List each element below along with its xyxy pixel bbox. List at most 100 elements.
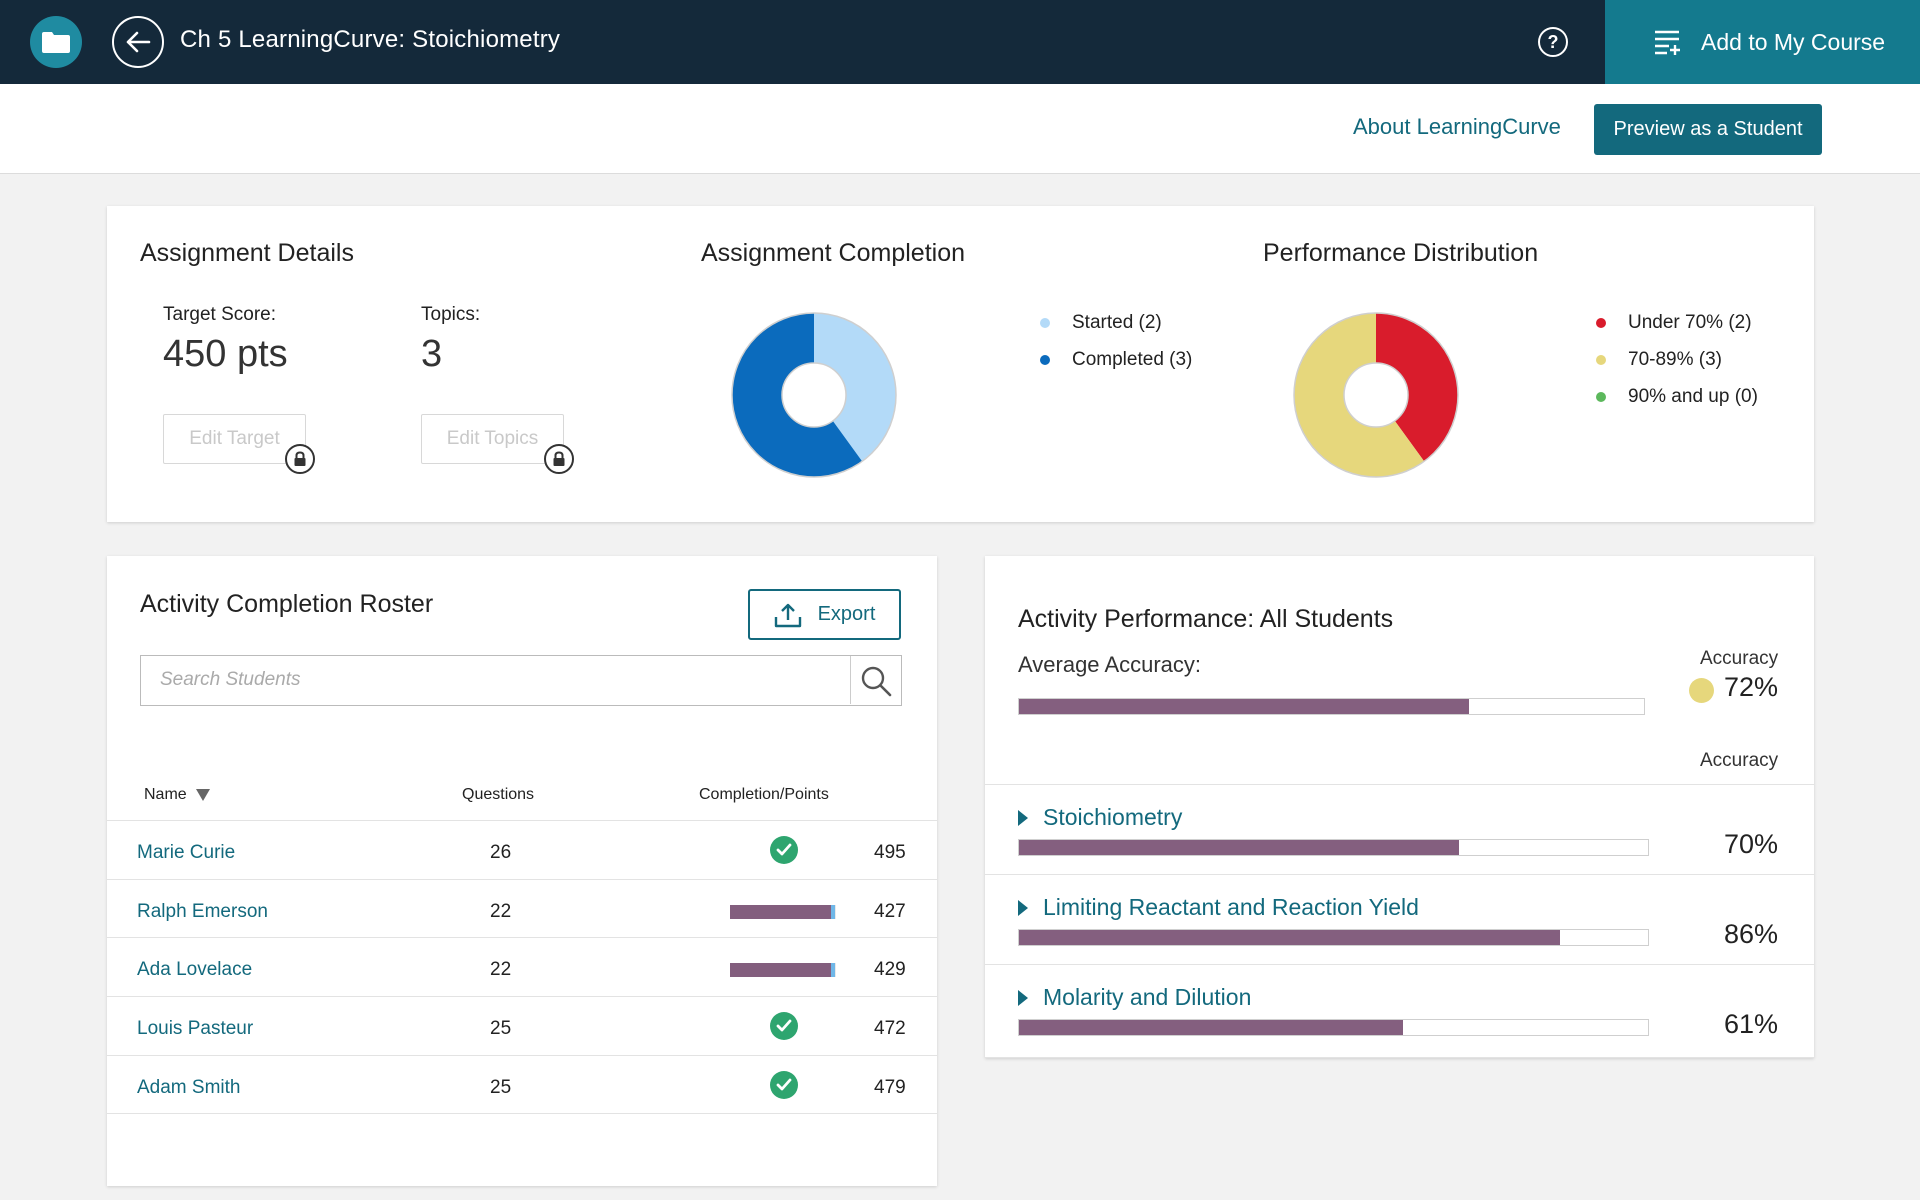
legend-completed: Completed (3) (1040, 349, 1192, 371)
edit-topics-button[interactable]: Edit Topics (421, 414, 564, 464)
search-divider (850, 656, 851, 704)
student-name-link[interactable]: Ralph Emerson (137, 901, 268, 923)
upload-icon (774, 603, 801, 627)
about-learningcurve-link[interactable]: About LearningCurve (1353, 114, 1561, 140)
points-value: 429 (874, 959, 906, 980)
search-icon[interactable] (859, 664, 893, 698)
table-row: Ralph Emerson 22 427 (107, 879, 937, 937)
performance-distribution-donut-chart (1293, 312, 1459, 478)
topic-accuracy-bar (1018, 1019, 1649, 1036)
legend-70-89: 70-89% (3) (1596, 349, 1722, 371)
folder-icon (42, 32, 70, 53)
questions-count: 26 (490, 842, 512, 863)
export-label: Export (817, 603, 876, 625)
performance-distribution-title: Performance Distribution (1263, 239, 1539, 267)
average-accuracy-bar-fill (1019, 699, 1469, 714)
topic-name: Molarity and Dilution (1043, 984, 1252, 1010)
back-button[interactable] (112, 16, 164, 68)
search-students-input[interactable] (141, 656, 851, 704)
table-row: Ada Lovelace 22 429 (107, 937, 937, 995)
topic-link[interactable]: Limiting Reactant and Reaction Yield (1018, 894, 1419, 921)
average-accuracy-label: Average Accuracy: (1018, 652, 1202, 677)
completion-progress-bar (730, 963, 836, 977)
lock-icon (285, 444, 315, 474)
check-circle-icon (770, 1071, 798, 1099)
average-accuracy-value: 72% (1724, 672, 1779, 702)
topic-accuracy-bar (1018, 929, 1649, 946)
topic-accuracy-value: 86% (1724, 919, 1779, 949)
topic-name: Limiting Reactant and Reaction Yield (1043, 894, 1419, 920)
topics-accuracy-header: Accuracy (1700, 750, 1779, 771)
arrow-left-icon (126, 31, 151, 53)
legend-90-up: 90% and up (0) (1596, 386, 1758, 408)
completion-progress-fill (730, 963, 831, 977)
folder-button[interactable] (30, 16, 82, 68)
student-name-link[interactable]: Adam Smith (137, 1077, 240, 1099)
questions-count: 25 (490, 1018, 512, 1039)
completion-progress-marker (830, 905, 835, 919)
topic-accuracy-value: 70% (1724, 829, 1779, 859)
check-circle-icon (770, 836, 798, 864)
legend-90-up-label: 90% and up (0) (1628, 386, 1758, 407)
name-column-header[interactable]: Name (144, 786, 210, 804)
legend-under-70: Under 70% (2) (1596, 312, 1752, 334)
top-bar: Ch 5 LearningCurve: Stoichiometry ? Add … (0, 0, 1920, 84)
topic-accuracy-bar-fill (1019, 1020, 1403, 1035)
preview-as-student-button[interactable]: Preview as a Student (1594, 104, 1822, 155)
topic-accuracy-bar-fill (1019, 840, 1460, 855)
search-box (140, 655, 902, 706)
target-score-value: 450 pts (163, 333, 288, 375)
assignment-details-title: Assignment Details (140, 239, 354, 267)
add-to-my-course-button[interactable]: Add to My Course (1605, 0, 1920, 84)
points-value: 427 (874, 901, 906, 922)
performance-center-hole (1343, 362, 1409, 428)
caret-right-icon (1018, 989, 1028, 1006)
caret-right-icon (1018, 809, 1028, 826)
name-column-label: Name (144, 786, 187, 803)
topics-bottom-divider (985, 1057, 1814, 1058)
sub-header: About LearningCurve Preview as a Student (0, 84, 1920, 174)
topic-link[interactable]: Stoichiometry (1018, 804, 1182, 831)
topics-value: 3 (421, 333, 443, 375)
question-mark-icon: ? (1547, 31, 1559, 52)
export-button[interactable]: Export (748, 589, 901, 640)
legend-started-label: Started (2) (1072, 312, 1162, 333)
assignment-title: Ch 5 LearningCurve: Stoichiometry (180, 26, 561, 53)
table-row: Adam Smith 25 479 (107, 1055, 937, 1113)
completion-progress-marker (830, 963, 835, 977)
student-name-link[interactable]: Marie Curie (137, 842, 235, 864)
topic-divider (985, 874, 1814, 875)
points-value: 495 (874, 842, 906, 863)
legend-under-70-label: Under 70% (2) (1628, 312, 1752, 333)
table-row: Marie Curie 26 495 (107, 820, 937, 878)
lock-icon (544, 444, 574, 474)
questions-count: 25 (490, 1077, 512, 1098)
completion-progress-fill (730, 905, 831, 919)
topic-divider (985, 964, 1814, 965)
target-score-label: Target Score: (163, 304, 276, 325)
legend-completed-label: Completed (3) (1072, 349, 1193, 370)
student-name-link[interactable]: Ada Lovelace (137, 959, 252, 981)
legend-started: Started (2) (1040, 312, 1162, 334)
check-circle-icon (770, 1012, 798, 1040)
topic-accuracy-bar-fill (1019, 930, 1560, 945)
topic-accuracy-value: 61% (1724, 1009, 1779, 1039)
activity-performance-title: Activity Performance: All Students (1018, 605, 1394, 633)
questions-column-header: Questions (462, 786, 535, 803)
questions-count: 22 (490, 901, 512, 922)
table-row: Louis Pasteur 25 472 (107, 996, 937, 1054)
caret-right-icon (1018, 899, 1028, 916)
sort-down-icon (195, 789, 210, 801)
student-name-link[interactable]: Louis Pasteur (137, 1018, 253, 1040)
help-button[interactable]: ? (1538, 27, 1568, 57)
topic-name: Stoichiometry (1043, 804, 1183, 830)
topic-divider (985, 784, 1814, 785)
points-value: 479 (874, 1077, 906, 1098)
playlist-add-icon (1655, 30, 1680, 55)
completion-column-header: Completion/Points (699, 786, 829, 803)
completion-center-hole (781, 362, 847, 428)
topic-accuracy-bar (1018, 839, 1649, 856)
legend-70-89-label: 70-89% (3) (1628, 349, 1722, 370)
topic-link[interactable]: Molarity and Dilution (1018, 984, 1251, 1011)
assignment-completion-donut-chart (731, 312, 897, 478)
